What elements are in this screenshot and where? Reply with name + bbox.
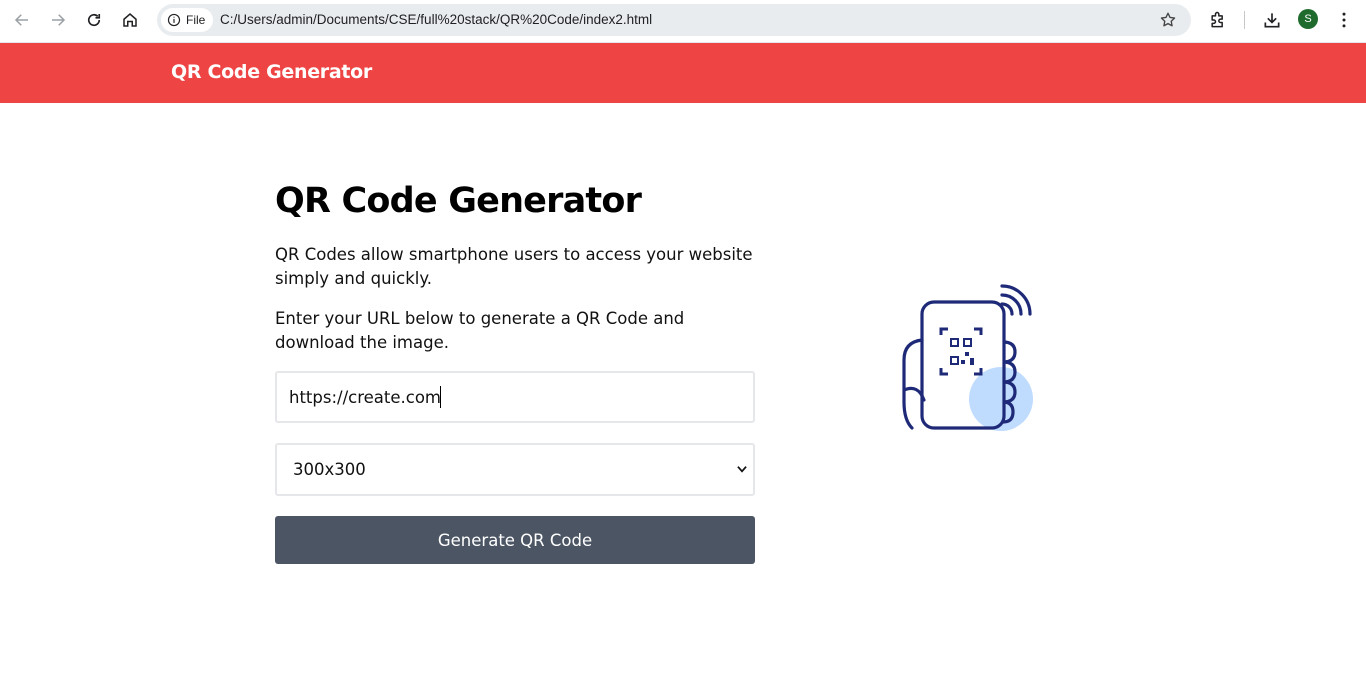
toolbar-divider xyxy=(1244,11,1245,29)
home-button[interactable] xyxy=(117,7,143,33)
page-title: QR Code Generator xyxy=(275,181,642,221)
home-icon xyxy=(123,13,137,27)
forward-button[interactable] xyxy=(45,7,71,33)
address-bar[interactable]: File C:/Users/admin/Documents/CSE/full%2… xyxy=(157,4,1191,36)
brand-title[interactable]: QR Code Generator xyxy=(171,61,372,83)
arrow-right-icon xyxy=(52,14,66,26)
text-caret xyxy=(440,386,441,408)
site-header: QR Code Generator xyxy=(0,43,1366,103)
profile-avatar[interactable]: S xyxy=(1298,9,1318,29)
phone-scan-illustration xyxy=(902,284,1033,431)
reload-icon xyxy=(87,13,101,27)
size-select[interactable]: 300x300 xyxy=(275,443,755,496)
chevron-down-icon xyxy=(737,466,747,473)
extensions-button[interactable] xyxy=(1205,7,1231,33)
url-input[interactable] xyxy=(275,371,755,423)
arrow-left-icon xyxy=(14,14,28,26)
intro-text: QR Codes allow smartphone users to acces… xyxy=(275,245,753,288)
size-select-value: 300x300 xyxy=(293,460,366,479)
browser-menu-button[interactable] xyxy=(1331,7,1357,33)
browser-toolbar: File C:/Users/admin/Documents/CSE/full%2… xyxy=(0,0,1366,43)
url-text[interactable]: C:/Users/admin/Documents/CSE/full%20stac… xyxy=(220,12,652,27)
puzzle-icon xyxy=(1211,11,1223,28)
more-vertical-icon xyxy=(1342,12,1346,28)
generate-qr-button[interactable]: Generate QR Code xyxy=(275,516,755,564)
download-icon xyxy=(1264,13,1280,28)
instruction-text: Enter your URL below to generate a QR Co… xyxy=(275,309,685,352)
star-icon[interactable] xyxy=(1159,11,1177,29)
back-button[interactable] xyxy=(9,7,35,33)
site-info-chip[interactable]: File xyxy=(161,8,214,32)
reload-button[interactable] xyxy=(81,7,107,33)
downloads-button[interactable] xyxy=(1259,7,1285,33)
info-icon xyxy=(167,13,181,27)
site-chip-label: File xyxy=(186,13,206,27)
